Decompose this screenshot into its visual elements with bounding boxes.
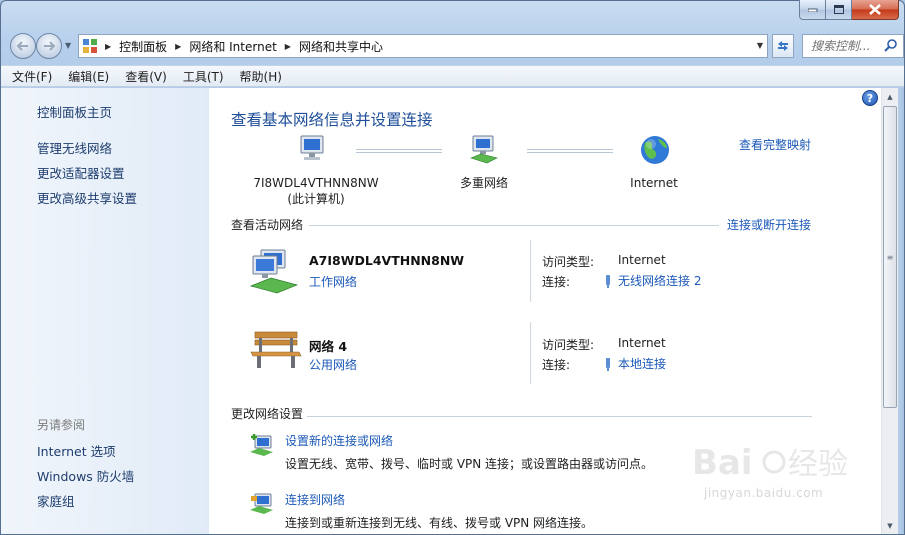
scrollbar-thumb[interactable]: ≡ [883,106,897,408]
access-type-label: 访问类型: [542,338,595,352]
menu-help[interactable]: 帮助(H) [240,68,282,85]
arrow-left-icon [17,41,28,51]
vertical-divider [530,240,531,302]
minimize-button[interactable] [799,0,826,20]
map-connector [527,149,613,153]
section-divider [309,225,719,226]
section-divider [307,416,812,417]
vertical-scrollbar[interactable]: ▲ ≡ ▼ [881,88,898,534]
wireless-connection-link[interactable]: 无线网络连接 2 [606,272,701,289]
menu-file[interactable]: 文件(F) [12,68,52,85]
breadcrumb-item[interactable]: 网络和 Internet [189,38,276,55]
window-border [898,88,904,534]
address-dropdown-icon[interactable]: ▼ [757,41,763,50]
maximize-icon [833,5,844,14]
main-content: ? 查看基本网络信息并设置连接 查看完整映射 7I8WDL4VTHNN8NW (… [209,88,881,534]
breadcrumb-chevron-icon[interactable]: ▶ [175,42,181,51]
connect-to-network-desc: 连接到或重新连接到无线、有线、拨号或 VPN 网络连接。 [285,516,594,530]
connect-to-network-icon [250,493,273,514]
network-location-link[interactable]: 公用网络 [309,356,357,373]
caption-buttons [799,0,899,20]
internet-label: Internet [630,176,678,190]
close-button[interactable] [852,0,899,20]
connection-label: 连接: [542,358,571,372]
computer-name: 7I8WDL4VTHNN8NW [253,176,379,190]
task-sidebar: 控制面板主页 管理无线网络 更改适配器设置 更改高级共享设置 另请参阅 Inte… [1,88,209,534]
internet-options-link[interactable]: Internet 选项 [37,441,116,460]
local-connection-text[interactable]: 本地连接 [618,355,666,372]
wireless-connection-text[interactable]: 无线网络连接 2 [618,272,701,289]
setup-new-connection-link[interactable]: 设置新的连接或网络 [285,432,393,449]
setup-new-connection-desc: 设置无线、宽带、拨号、临时或 VPN 连接；或设置路由器或访问点。 [285,457,654,471]
this-computer-node: 7I8WDL4VTHNN8NW (此计算机) [253,175,379,207]
help-icon[interactable]: ? [862,90,878,106]
access-type-value: Internet [618,253,666,267]
network-name: 网络 4 [309,339,348,354]
control-panel-home-link[interactable]: 控制面板主页 [37,102,112,121]
ethernet-icon [606,357,610,371]
maximize-button[interactable] [826,0,852,20]
connect-disconnect-link[interactable]: 连接或断开连接 [727,216,811,233]
manage-wireless-link[interactable]: 管理无线网络 [37,138,112,157]
map-connector [356,149,442,153]
network-location-link[interactable]: 工作网络 [309,273,357,290]
see-also-heading: 另请参阅 [37,418,86,432]
forward-button[interactable] [36,33,62,59]
scroll-up-icon[interactable]: ▲ [882,88,898,105]
active-networks-heading: 查看活动网络 [231,218,304,232]
vertical-divider [530,322,531,384]
breadcrumb-item[interactable]: 网络和共享中心 [299,38,383,55]
search-input[interactable] [811,39,885,53]
public-network-bench-icon [250,331,302,368]
connect-to-network-link[interactable]: 连接到网络 [285,491,345,508]
refresh-icon [778,41,788,51]
menu-view[interactable]: 查看(V) [125,68,167,85]
multiple-networks-label: 多重网络 [459,176,508,190]
search-box[interactable] [802,34,904,58]
work-network-icon [249,249,299,294]
windows-firewall-link[interactable]: Windows 防火墙 [37,466,134,485]
recent-pages-chevron-icon[interactable]: ▼ [65,41,71,50]
arrow-right-icon [44,41,55,51]
breadcrumb-chevron-icon[interactable]: ▶ [285,42,291,51]
computer-note: (此计算机) [287,192,345,206]
multiple-networks-icon [470,135,498,164]
menu-bar: 文件(F) 编辑(E) 查看(V) 工具(T) 帮助(H) [1,65,904,87]
back-button[interactable] [10,33,36,59]
address-bar[interactable]: ▶ 控制面板 ▶ 网络和 Internet ▶ 网络和共享中心 ▼ [78,34,768,58]
menu-edit[interactable]: 编辑(E) [68,68,109,85]
minimize-icon [807,8,817,12]
navigation-bar: ▼ ▶ 控制面板 ▶ 网络和 Internet ▶ 网络和共享中心 ▼ [8,31,904,61]
change-adapter-link[interactable]: 更改适配器设置 [37,163,125,182]
view-full-map-link[interactable]: 查看完整映射 [739,136,811,153]
menu-tools[interactable]: 工具(T) [183,68,224,85]
access-type-value: Internet [618,336,666,350]
advanced-sharing-link[interactable]: 更改高级共享设置 [37,188,137,207]
internet-globe-icon [641,136,669,164]
scroll-down-icon[interactable]: ▼ [882,517,898,534]
new-connection-icon [250,434,273,456]
search-icon[interactable] [883,38,899,54]
control-panel-icon [79,35,101,57]
connection-label: 连接: [542,275,571,289]
page-title: 查看基本网络信息并设置连接 [231,111,433,129]
computer-icon [300,135,324,160]
network-name: A7I8WDL4VTHNN8NW [309,253,465,268]
access-type-label: 访问类型: [542,255,595,269]
homegroup-link[interactable]: 家庭组 [37,491,75,510]
close-icon [869,4,881,15]
refresh-button[interactable] [772,34,794,58]
change-settings-heading: 更改网络设置 [231,407,304,421]
wireless-signal-icon [606,274,610,288]
local-connection-link[interactable]: 本地连接 [606,355,666,372]
breadcrumb-chevron-icon[interactable]: ▶ [105,42,111,51]
breadcrumb-item[interactable]: 控制面板 [119,38,167,55]
